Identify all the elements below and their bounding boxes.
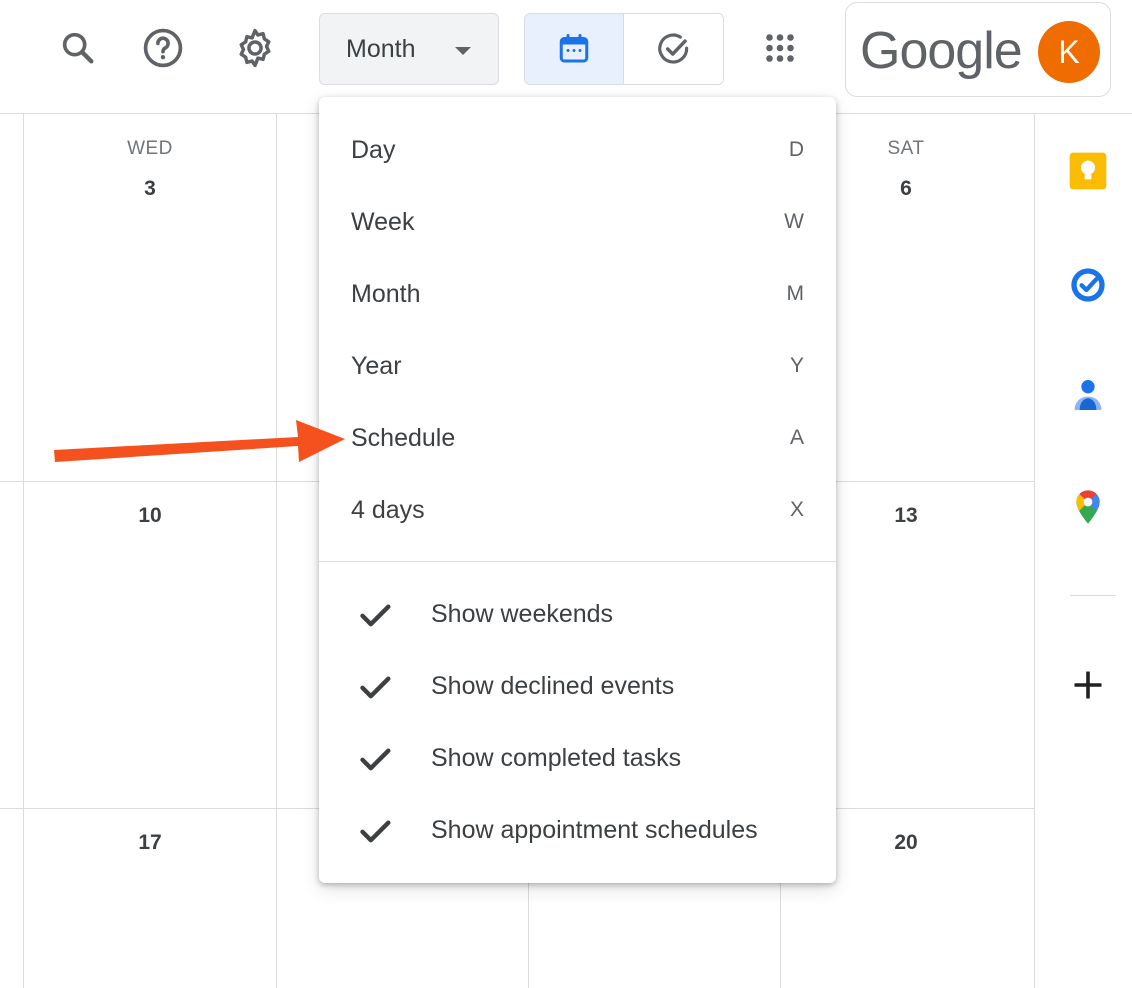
menu-item-shortcut: M bbox=[786, 282, 805, 305]
checkmark-icon bbox=[360, 604, 391, 627]
settings-gear-icon[interactable] bbox=[229, 22, 281, 74]
menu-item-label: Month bbox=[351, 279, 421, 308]
menu-item-shortcut: X bbox=[789, 498, 804, 521]
view-switcher-label: Month bbox=[346, 34, 416, 63]
menu-item-day[interactable]: Day D bbox=[319, 114, 836, 186]
checkmark-icon bbox=[360, 820, 391, 843]
date-number[interactable]: 10 bbox=[100, 504, 200, 528]
calendar-icon bbox=[559, 34, 589, 63]
menu-divider bbox=[319, 561, 836, 562]
menu-option-label: Show completed tasks bbox=[431, 744, 682, 772]
menu-option-label: Show declined events bbox=[431, 672, 675, 700]
grid-divider bbox=[276, 114, 277, 988]
menu-item-label: Day bbox=[351, 135, 396, 164]
google-logo: Google bbox=[860, 22, 1023, 80]
date-number[interactable]: 17 bbox=[100, 831, 200, 855]
side-panel bbox=[1034, 114, 1132, 988]
menu-option-show-completed-tasks[interactable]: Show completed tasks bbox=[319, 723, 836, 795]
keep-icon[interactable] bbox=[1068, 151, 1108, 191]
day-of-week-wed: WED bbox=[127, 138, 173, 159]
checkmark-icon bbox=[360, 748, 391, 771]
calendar-toggle-button[interactable] bbox=[525, 14, 624, 84]
caret-down-icon bbox=[455, 47, 471, 55]
date-number[interactable]: 13 bbox=[856, 504, 956, 528]
day-of-week-sat: SAT bbox=[887, 138, 925, 159]
menu-item-label: Week bbox=[351, 207, 415, 236]
menu-item-label: Year bbox=[351, 351, 402, 380]
date-number[interactable]: 20 bbox=[856, 831, 956, 855]
menu-item-label: 4 days bbox=[351, 495, 425, 524]
menu-item-year[interactable]: Year Y bbox=[319, 330, 836, 402]
menu-item-shortcut: A bbox=[789, 426, 804, 449]
menu-item-month[interactable]: Month M bbox=[319, 258, 836, 330]
tasks-check-icon bbox=[657, 33, 688, 64]
search-icon[interactable] bbox=[52, 22, 104, 74]
menu-item-shortcut: Y bbox=[789, 354, 804, 377]
view-dropdown-menu: Day D Week W Month M Year Y Schedule A 4… bbox=[319, 97, 836, 883]
side-panel-divider bbox=[1070, 595, 1116, 596]
date-number[interactable]: 3 bbox=[100, 177, 200, 201]
grid-divider bbox=[23, 114, 24, 988]
menu-item-schedule[interactable]: Schedule A bbox=[319, 402, 836, 474]
google-account-button[interactable]: Google K bbox=[845, 2, 1111, 97]
view-switcher-button[interactable]: Month bbox=[319, 13, 499, 85]
date-number[interactable]: 6 bbox=[856, 177, 956, 201]
menu-item-week[interactable]: Week W bbox=[319, 186, 836, 258]
avatar[interactable]: K bbox=[1038, 21, 1100, 83]
checkmark-icon bbox=[360, 676, 391, 699]
menu-option-label: Show weekends bbox=[431, 600, 614, 628]
calendar-tasks-toggle bbox=[524, 13, 724, 85]
menu-item-label: Schedule bbox=[351, 423, 456, 452]
menu-option-show-appointment-schedules[interactable]: Show appointment schedules bbox=[319, 795, 836, 867]
menu-option-show-weekends[interactable]: Show weekends bbox=[319, 579, 836, 651]
contacts-icon[interactable] bbox=[1068, 375, 1108, 415]
menu-item-shortcut: W bbox=[784, 210, 804, 233]
tasks-toggle-button[interactable] bbox=[624, 14, 723, 84]
menu-item-4-days[interactable]: 4 days X bbox=[319, 474, 836, 546]
tasks-icon[interactable] bbox=[1068, 265, 1108, 305]
help-icon[interactable] bbox=[137, 22, 189, 74]
menu-option-show-declined-events[interactable]: Show declined events bbox=[319, 651, 836, 723]
maps-icon[interactable] bbox=[1068, 487, 1108, 527]
menu-option-label: Show appointment schedules bbox=[431, 816, 758, 844]
menu-item-shortcut: D bbox=[788, 138, 804, 161]
plus-icon[interactable] bbox=[1068, 665, 1108, 705]
apps-grid-icon[interactable] bbox=[754, 22, 806, 74]
